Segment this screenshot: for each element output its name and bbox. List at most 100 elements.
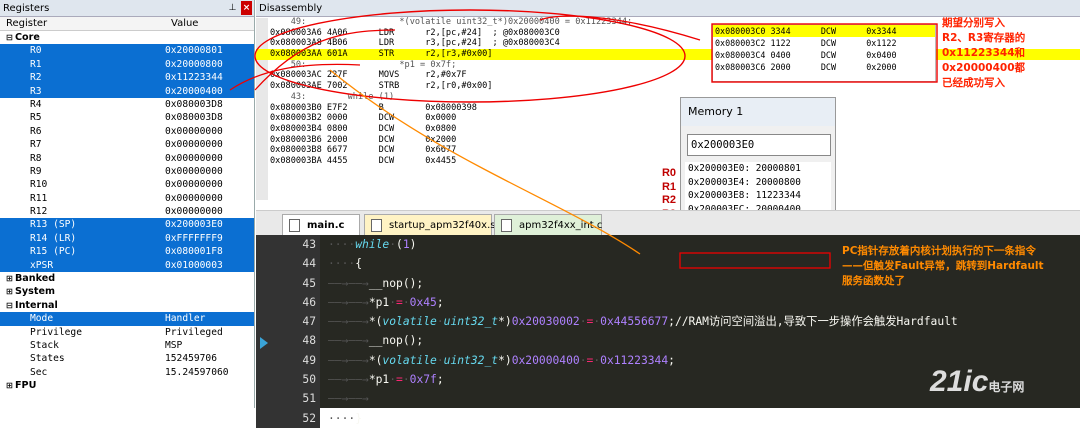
register-row[interactable]: States 152459706 bbox=[0, 352, 254, 365]
registers-title-bar: Registers ⊥ × bbox=[0, 0, 254, 17]
register-name-label: Privilege bbox=[30, 326, 82, 338]
annotation-line: 期望分别写入 bbox=[942, 17, 1005, 29]
register-row[interactable]: R9 0x00000000 bbox=[0, 165, 254, 178]
register-row[interactable]: ⊟ Core bbox=[0, 31, 254, 44]
register-value: 0x00000000 bbox=[165, 165, 223, 177]
register-name: R1 bbox=[0, 58, 165, 71]
expand-icon[interactable]: ⊟ bbox=[6, 31, 15, 44]
register-name: Privilege bbox=[0, 326, 165, 339]
register-name-label: R5 bbox=[30, 112, 42, 124]
expand-icon[interactable]: ⊞ bbox=[6, 285, 15, 298]
register-row[interactable]: R7 0x00000000 bbox=[0, 138, 254, 151]
register-row[interactable]: R6 0x00000000 bbox=[0, 125, 254, 138]
register-value bbox=[165, 31, 254, 44]
register-row[interactable]: Mode Handler bbox=[0, 312, 254, 326]
register-name-label: R2 bbox=[30, 72, 42, 84]
register-value: Handler bbox=[165, 313, 206, 325]
annotation-pc-note: PC指针存放着内核计划执行的下一条指令 ——但触发Fault异常，跳转到Hardf… bbox=[842, 244, 1044, 289]
register-row[interactable]: R1 0x20000800 bbox=[0, 57, 254, 72]
register-row[interactable]: R5 0x080003D8 bbox=[0, 111, 254, 124]
line-number: 52 bbox=[256, 408, 320, 428]
register-name-label: R9 bbox=[30, 165, 42, 177]
register-row[interactable]: ⊞ System bbox=[0, 285, 254, 298]
code-line[interactable]: 48 ——→——→__nop(); bbox=[256, 331, 1080, 351]
disassembly-row[interactable]: 0x080003B0 E7F2 B 0x08000398 bbox=[256, 103, 1080, 114]
tab-label: startup_apm32f40x.s bbox=[389, 220, 496, 231]
register-name: R15 (PC) bbox=[0, 245, 165, 258]
memory-row: 0x200003E4: 20000800 bbox=[688, 176, 801, 188]
register-name: Sec bbox=[0, 366, 165, 379]
register-name: R2 bbox=[0, 71, 165, 84]
register-name-label: FPU bbox=[15, 380, 37, 392]
register-row[interactable]: R3 0x20000400 bbox=[0, 84, 254, 98]
memory-label: R1 bbox=[661, 180, 676, 193]
register-name-label: States bbox=[30, 353, 65, 365]
register-row[interactable]: R12 0x00000000 bbox=[0, 205, 254, 218]
disassembly-row[interactable]: 0x080003B2 0000 DCW 0x0000 bbox=[256, 113, 1080, 124]
register-value bbox=[165, 379, 254, 392]
memory-address-input[interactable]: 0x200003E0 bbox=[687, 134, 831, 156]
register-value: 0x00000000 bbox=[165, 206, 223, 218]
annotation-line: 0x11223344和 bbox=[942, 47, 1026, 59]
tab-main-c[interactable]: main.c bbox=[282, 214, 360, 235]
register-value: 0x00000000 bbox=[165, 125, 223, 137]
disassembly-row[interactable]: 43: while (1) bbox=[256, 92, 1080, 103]
code-line[interactable]: 47 ——→——→*(volatile·uint32_t*)0x20030002·… bbox=[256, 312, 1080, 332]
register-value: 0xFFFFFFF9 bbox=[165, 232, 223, 244]
register-name: R11 bbox=[0, 192, 165, 205]
register-row[interactable]: R10 0x00000000 bbox=[0, 178, 254, 191]
register-row[interactable]: R13 (SP) 0x200003E0 bbox=[0, 218, 254, 232]
code-line[interactable]: 52 ····} bbox=[256, 408, 1080, 428]
tab-label: apm32f4xx_int.c bbox=[519, 220, 603, 231]
register-row[interactable]: Stack MSP bbox=[0, 339, 254, 352]
register-row[interactable]: R15 (PC) 0x080001F8 bbox=[0, 245, 254, 259]
register-value: Privileged bbox=[165, 326, 223, 338]
expand-icon[interactable]: ⊟ bbox=[6, 299, 15, 312]
register-name-label: R11 bbox=[30, 192, 48, 204]
register-row[interactable]: R14 (LR) 0xFFFFFFF9 bbox=[0, 231, 254, 246]
register-row[interactable]: xPSR 0x01000003 bbox=[0, 258, 254, 273]
register-row[interactable]: ⊟ Internal bbox=[0, 299, 254, 312]
code-text: ——→——→*(volatile·uint32_t*)0x20000400·=·… bbox=[328, 353, 675, 367]
register-row[interactable]: R0 0x20000801 bbox=[0, 44, 254, 58]
code-text: ——→——→*p1·=·0x7f; bbox=[328, 373, 444, 387]
pin-icon[interactable]: ⊥ bbox=[227, 1, 238, 15]
register-name: R5 bbox=[0, 111, 165, 124]
register-name: R6 bbox=[0, 125, 165, 138]
register-row[interactable]: Sec 15.24597060 bbox=[0, 366, 254, 379]
register-name: ⊟ Internal bbox=[0, 299, 165, 312]
register-name: R14 (LR) bbox=[0, 232, 165, 245]
register-row[interactable]: R2 0x11223344 bbox=[0, 71, 254, 85]
register-name-label: R13 (SP) bbox=[30, 219, 77, 231]
register-name: R9 bbox=[0, 165, 165, 178]
line-number: 50 bbox=[256, 370, 320, 390]
expand-icon[interactable]: ⊞ bbox=[6, 379, 15, 392]
register-row[interactable]: ⊞ Banked bbox=[0, 272, 254, 285]
register-name-label: R3 bbox=[30, 85, 42, 97]
registers-pane: Registers ⊥ × Register Value ⊟ Core R0 0x20… bbox=[0, 0, 255, 408]
tab-startup-apm32f40x-s[interactable]: startup_apm32f40x.s bbox=[364, 214, 496, 235]
register-name-label: R10 bbox=[30, 179, 48, 191]
register-row[interactable]: R11 0x00000000 bbox=[0, 192, 254, 205]
register-name: Mode bbox=[0, 312, 165, 325]
disassembly-row[interactable]: 0x080003B4 0800 DCW 0x0800 bbox=[256, 124, 1080, 135]
register-list: ⊟ Core R0 0x20000801 R1 0x20000800 R2 0x1122334… bbox=[0, 31, 254, 393]
tab-apm32f4xx-int-c[interactable]: apm32f4xx_int.c bbox=[494, 214, 602, 235]
close-icon[interactable]: × bbox=[241, 1, 252, 15]
register-row[interactable]: Privilege Privileged bbox=[0, 326, 254, 339]
register-name-label: System bbox=[15, 286, 55, 298]
line-number: 44 bbox=[256, 254, 320, 274]
register-row[interactable]: R4 0x080003D8 bbox=[0, 98, 254, 111]
disassembly-row[interactable]: 0x080003B6 2000 DCW 0x2000 bbox=[256, 135, 1080, 146]
register-name-label: Internal bbox=[15, 299, 58, 311]
register-name-label: R15 (PC) bbox=[30, 246, 77, 258]
register-name: R12 bbox=[0, 205, 165, 218]
disassembly-row[interactable]: 0x080003B8 6677 DCW 0x6677 bbox=[256, 145, 1080, 156]
dcw-popup: 0x080003C0 3344 DCW 0x3344 0x080003C2 112… bbox=[712, 24, 936, 82]
register-row[interactable]: R8 0x00000000 bbox=[0, 152, 254, 165]
register-name-label: R8 bbox=[30, 152, 42, 164]
register-row[interactable]: ⊞ FPU bbox=[0, 379, 254, 392]
expand-icon[interactable]: ⊞ bbox=[6, 272, 15, 285]
code-line[interactable]: 46 ——→——→*p1·=·0x45; bbox=[256, 292, 1080, 313]
register-name: R3 bbox=[0, 85, 165, 98]
